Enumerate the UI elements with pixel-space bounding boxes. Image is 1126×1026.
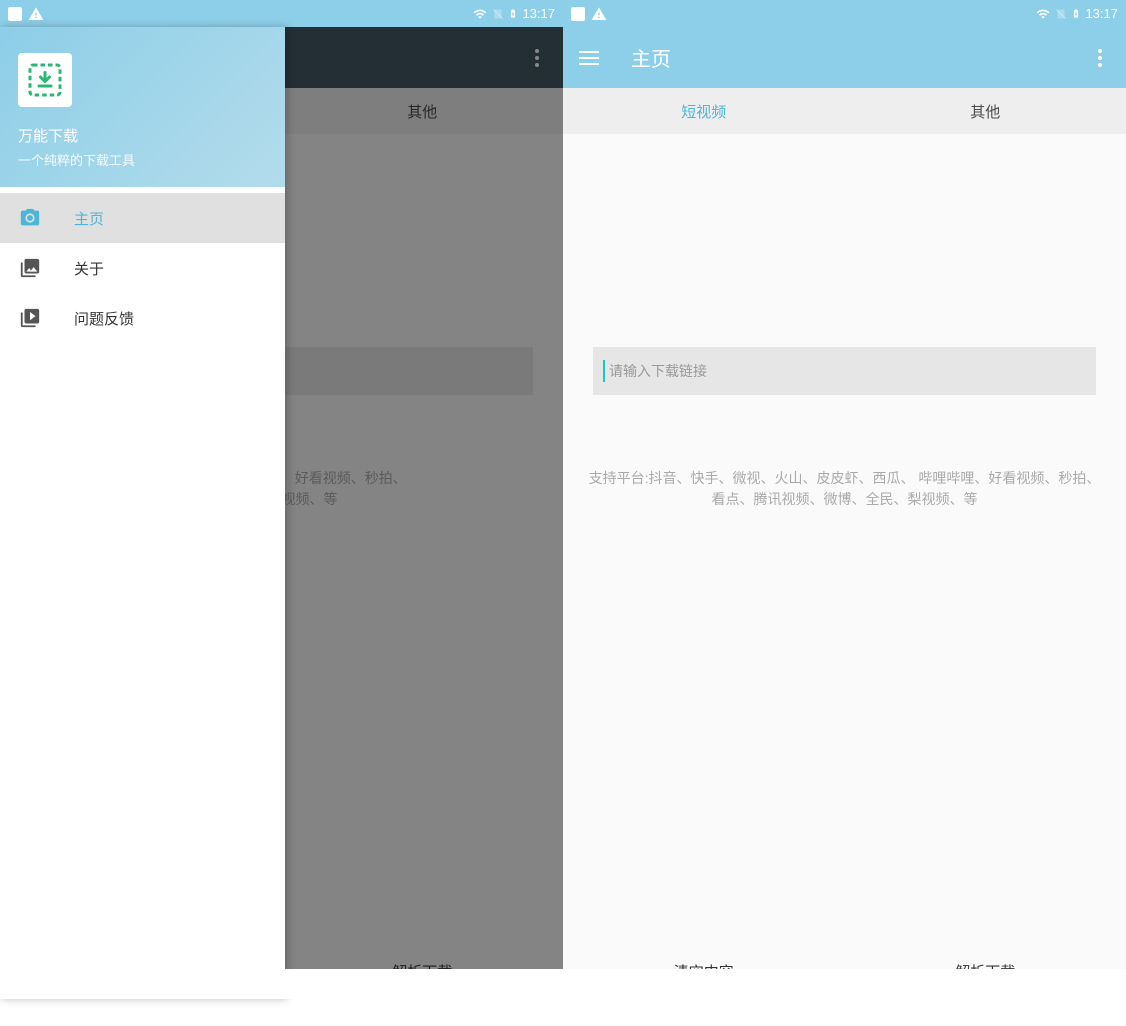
app-indicator-icon — [571, 7, 585, 21]
wifi-icon — [1035, 7, 1051, 21]
tabs: 短视频 其他 — [563, 88, 1126, 134]
status-time: 13:17 — [522, 6, 555, 21]
main-content: 请输入下载链接 支持平台:抖音、快手、微视、火山、皮皮虾、西瓜、 哔哩哔哩、好看… — [563, 134, 1126, 999]
app-toolbar: 主页 — [563, 27, 1126, 88]
video-library-icon — [18, 306, 42, 330]
navigation-drawer: 万能下载 一个纯粹的下载工具 主页 关于 问题反馈 — [0, 27, 285, 999]
bottom-margin — [0, 969, 563, 999]
battery-charging-icon — [508, 6, 518, 21]
status-bar: 13:17 — [563, 0, 1126, 27]
status-time: 13:17 — [1085, 6, 1118, 21]
drawer-item-label: 问题反馈 — [74, 308, 134, 329]
drawer-item-about[interactable]: 关于 — [0, 243, 285, 293]
drawer-items: 主页 关于 问题反馈 — [0, 187, 285, 343]
input-placeholder: 请输入下载链接 — [609, 361, 707, 381]
supported-platforms-text: 支持平台:抖音、快手、微视、火山、皮皮虾、西瓜、 哔哩哔哩、好看视频、秒拍、看点… — [587, 468, 1102, 510]
app-indicator-icon — [8, 7, 22, 21]
tab-short-video[interactable]: 短视频 — [563, 88, 845, 134]
drawer-header: 万能下载 一个纯粹的下载工具 — [0, 27, 285, 187]
drawer-item-label: 关于 — [74, 258, 104, 279]
text-cursor — [603, 360, 605, 382]
drawer-app-subtitle: 一个纯粹的下载工具 — [18, 150, 267, 169]
download-link-input[interactable]: 请输入下载链接 — [593, 347, 1096, 395]
status-bar: 13:17 — [0, 0, 563, 27]
phone-left: 13:17 其他 F、西瓜、 哔哩哔哩、好看视频、秒拍、 全民、梨视频、等 解析… — [0, 0, 563, 999]
warning-icon — [591, 6, 607, 22]
no-sim-icon — [492, 7, 504, 21]
hamburger-icon[interactable] — [579, 51, 599, 65]
camera-icon — [18, 206, 42, 230]
app-logo-icon — [18, 53, 72, 107]
drawer-item-label: 主页 — [74, 208, 104, 229]
phone-right: 13:17 主页 短视频 其他 请输入下载链接 支持平台:抖音、快手、微视、火山… — [563, 0, 1126, 999]
overflow-menu-icon[interactable] — [1090, 41, 1110, 75]
drawer-item-feedback[interactable]: 问题反馈 — [0, 293, 285, 343]
tab-other[interactable]: 其他 — [845, 88, 1126, 134]
warning-icon — [28, 6, 44, 22]
drawer-app-name: 万能下载 — [18, 125, 267, 146]
bottom-margin — [563, 969, 1126, 999]
image-icon — [18, 256, 42, 280]
battery-charging-icon — [1071, 6, 1081, 21]
wifi-icon — [472, 7, 488, 21]
no-sim-icon — [1055, 7, 1067, 21]
drawer-item-home[interactable]: 主页 — [0, 193, 285, 243]
toolbar-title: 主页 — [631, 43, 1090, 72]
